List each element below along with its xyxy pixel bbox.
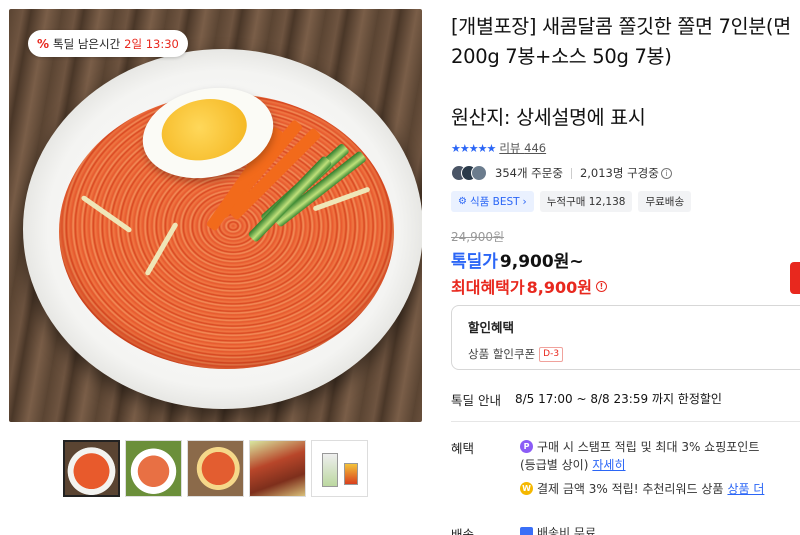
chip-food-best[interactable]: ⚙ 식품 BEST › bbox=[451, 191, 534, 212]
deal-timer-label: 톡딜 남은시간 bbox=[53, 36, 121, 51]
thumbnail-5[interactable] bbox=[311, 440, 368, 497]
max-benefit-price: 최대혜택가 8,900원 ! bbox=[451, 274, 607, 298]
info-icon[interactable]: ! bbox=[595, 280, 607, 292]
deal-price-label: 톡딜가 bbox=[451, 252, 498, 272]
star-rating-icon: ★★★★★ bbox=[451, 141, 496, 155]
deal-info-value: 8/5 17:00 ~ 8/8 23:59 까지 한정할인 bbox=[514, 392, 722, 406]
deal-info: 톡딜 안내 8/5 17:00 ~ 8/8 23:59 까지 한정할인 bbox=[451, 390, 722, 409]
product-title: [개별포장] 새콤달콤 쫄깃한 쫄면 7인분(면 200g 7봉+소스 50g … bbox=[451, 15, 791, 68]
discount-box[interactable]: 할인혜택 상품 할인쿠폰 D-3 bbox=[451, 305, 800, 370]
product-main-image: % 톡딜 남은시간 2일 13:30 bbox=[9, 9, 422, 422]
max-price-label: 최대혜택가 bbox=[451, 278, 525, 297]
coupon-dday-badge: D-3 bbox=[539, 346, 564, 362]
review-label: 리뷰 bbox=[499, 141, 521, 155]
thumbnail-3[interactable] bbox=[187, 440, 244, 497]
benefit-line-1: P 구매 시 스탬프 적립 및 최대 3% 쇼핑포인트 bbox=[520, 438, 759, 455]
percent-icon: % bbox=[37, 36, 50, 51]
benefit-line-1b: (등급별 상이) 자세히 bbox=[520, 456, 626, 473]
stats-row: 354개 주문중 2,013명 구경중 i bbox=[451, 165, 672, 181]
deal-price-value: 9,900원~ bbox=[499, 252, 584, 272]
thumbnail-2[interactable] bbox=[125, 440, 182, 497]
review-link[interactable]: 리뷰 446 bbox=[499, 140, 546, 156]
info-icon[interactable]: i bbox=[660, 168, 672, 179]
shipping-value: 배송비 무료 bbox=[520, 524, 596, 535]
point-icon: P bbox=[520, 440, 533, 453]
chip-list: ⚙ 식품 BEST › 누적구매 12,138 무료배송 bbox=[451, 191, 692, 212]
thumbnail-4[interactable] bbox=[249, 440, 306, 497]
discount-coupon-row: 상품 할인쿠폰 D-3 bbox=[468, 346, 794, 362]
thumbnail-list bbox=[63, 440, 368, 497]
chevron-right-icon: › bbox=[522, 195, 527, 208]
deal-info-label: 톡딜 안내 bbox=[451, 393, 501, 408]
orders-count: 354개 주문중 bbox=[495, 166, 563, 180]
product-more-link[interactable]: 상품 더 bbox=[727, 480, 764, 497]
viewers-count: 2,013명 구경중 i bbox=[580, 165, 672, 181]
deal-timer-badge: % 톡딜 남은시간 2일 13:30 bbox=[28, 30, 188, 57]
chip-free-shipping: 무료배송 bbox=[638, 191, 692, 212]
original-price: 24,900원 bbox=[451, 230, 505, 244]
deal-timer-time: 2일 13:30 bbox=[124, 36, 179, 51]
details-link[interactable]: 자세히 bbox=[592, 456, 625, 473]
chip-cumulative-purchases: 누적구매 12,138 bbox=[539, 191, 633, 212]
separator bbox=[570, 167, 572, 179]
buyer-avatars bbox=[451, 165, 487, 181]
product-origin: 원산지: 상세설명에 표시 bbox=[451, 106, 646, 129]
reward-icon: W bbox=[520, 482, 533, 495]
rating-row: ★★★★★ 리뷰 446 bbox=[451, 140, 546, 156]
gear-icon: ⚙ bbox=[458, 196, 467, 207]
truck-icon bbox=[520, 527, 533, 535]
divider bbox=[451, 421, 800, 422]
discount-coupon-label: 상품 할인쿠폰 bbox=[468, 347, 536, 361]
shipping-label: 배송 bbox=[451, 527, 475, 535]
max-price-value: 8,900원 bbox=[526, 278, 592, 297]
discount-header: 할인혜택 bbox=[468, 320, 515, 335]
thumbnail-1[interactable] bbox=[63, 440, 120, 497]
avatar bbox=[471, 165, 487, 181]
side-tab[interactable] bbox=[790, 262, 800, 294]
deal-price: 톡딜가 9,900원~ bbox=[451, 247, 584, 272]
review-count: 446 bbox=[524, 141, 547, 155]
benefit-line-2: W 결제 금액 3% 적립! 추천리워드 상품 상품 더 bbox=[520, 480, 764, 497]
benefit-label: 혜택 bbox=[451, 441, 475, 456]
